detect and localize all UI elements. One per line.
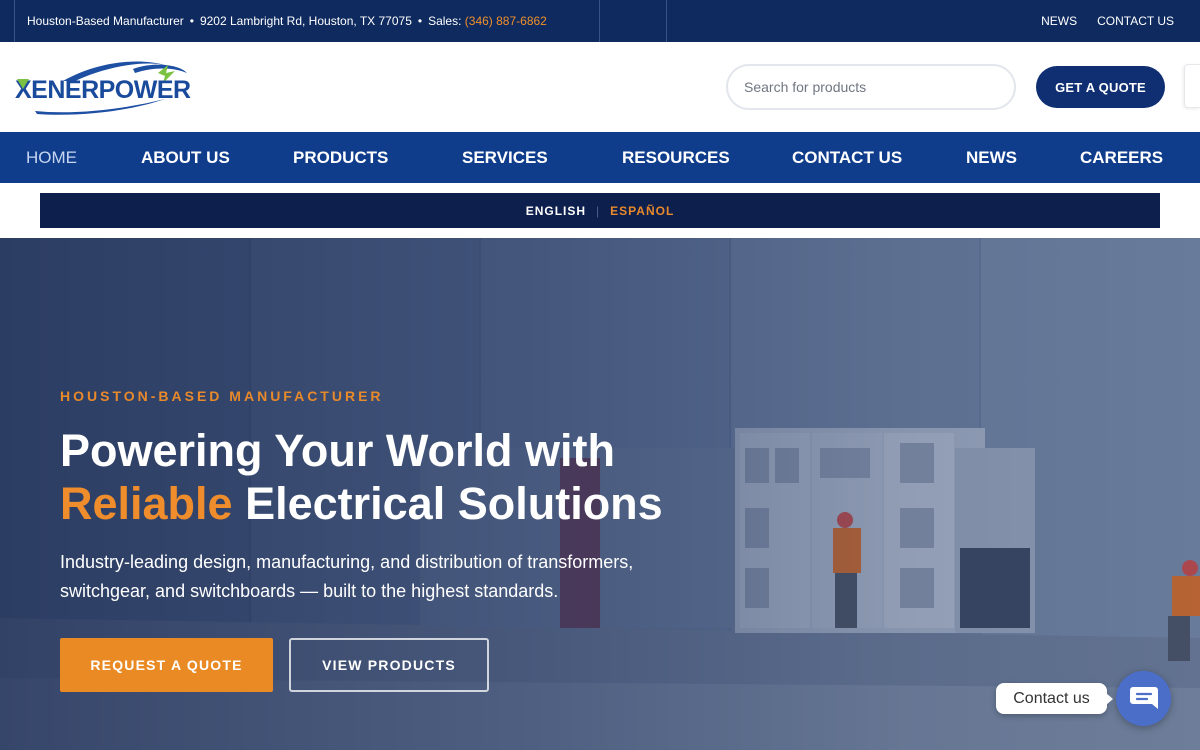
search-input[interactable] bbox=[744, 79, 994, 95]
view-products-button[interactable]: VIEW PRODUCTS bbox=[289, 638, 489, 692]
brand-logo[interactable]: XENERPOWER bbox=[15, 59, 200, 115]
headline-rest: Electrical Solutions bbox=[232, 478, 663, 529]
contact-chat-button[interactable] bbox=[1116, 671, 1171, 726]
language-spanish[interactable]: ESPAÑOL bbox=[610, 204, 674, 218]
headline-accent: Reliable bbox=[60, 478, 233, 529]
address: 9202 Lambright Rd, Houston, TX 77075 bbox=[199, 14, 412, 28]
sales-label: Sales: bbox=[428, 14, 462, 28]
contact-us-tooltip[interactable]: Contact us bbox=[996, 683, 1113, 714]
get-a-quote-button[interactable]: GET A QUOTE bbox=[1036, 66, 1165, 108]
nav-item-contact-us[interactable]: CONTACT US bbox=[792, 132, 902, 183]
nav-item-about-us[interactable]: ABOUT US bbox=[141, 132, 230, 183]
separator-dot: • bbox=[189, 14, 194, 28]
hero-headline: Powering Your World with Reliable Electr… bbox=[60, 424, 760, 530]
top-info-text: Houston-Based Manufacturer • 9202 Lambri… bbox=[14, 0, 600, 42]
top-links: NEWS CONTACT US bbox=[1041, 0, 1174, 42]
language-bar-wrapper: ENGLISH | ESPAÑOL bbox=[0, 183, 1200, 238]
divider bbox=[666, 0, 667, 42]
product-search bbox=[726, 64, 1016, 110]
nav-item-careers[interactable]: CAREERS bbox=[1080, 132, 1163, 183]
sales-phone-link[interactable]: (346) 887-6862 bbox=[465, 14, 547, 28]
headline-line1: Powering Your World with bbox=[60, 425, 616, 476]
top-link-contact-us[interactable]: CONTACT US bbox=[1097, 14, 1174, 28]
tagline: Houston-Based Manufacturer bbox=[27, 14, 184, 28]
language-english[interactable]: ENGLISH bbox=[526, 204, 586, 218]
separator-dot: • bbox=[417, 14, 423, 28]
side-panel-tab[interactable] bbox=[1184, 64, 1200, 108]
nav-item-products[interactable]: PRODUCTS bbox=[293, 132, 388, 183]
nav-item-news[interactable]: NEWS bbox=[966, 132, 1017, 183]
chat-icon bbox=[1129, 686, 1158, 709]
hero-section: HOUSTON-BASED MANUFACTURER Powering Your… bbox=[0, 238, 1200, 750]
nav-item-services[interactable]: SERVICES bbox=[462, 132, 548, 183]
site-header: XENERPOWER GET A QUOTE bbox=[0, 42, 1200, 132]
top-info-bar: Houston-Based Manufacturer • 9202 Lambri… bbox=[0, 0, 1200, 42]
hero-eyebrow: HOUSTON-BASED MANUFACTURER bbox=[60, 388, 384, 404]
nav-item-resources[interactable]: RESOURCES bbox=[622, 132, 730, 183]
nav-item-home[interactable]: HOME bbox=[26, 132, 77, 183]
request-a-quote-button[interactable]: REQUEST A QUOTE bbox=[60, 638, 273, 692]
logo-text: XENERPOWER bbox=[15, 76, 191, 104]
language-separator: | bbox=[596, 203, 601, 218]
language-switcher: ENGLISH | ESPAÑOL bbox=[40, 193, 1160, 228]
main-nav: HOME ABOUT US PRODUCTS SERVICES RESOURCE… bbox=[0, 132, 1200, 183]
top-link-news[interactable]: NEWS bbox=[1041, 14, 1077, 28]
hero-subtext: Industry-leading design, manufacturing, … bbox=[60, 552, 634, 601]
